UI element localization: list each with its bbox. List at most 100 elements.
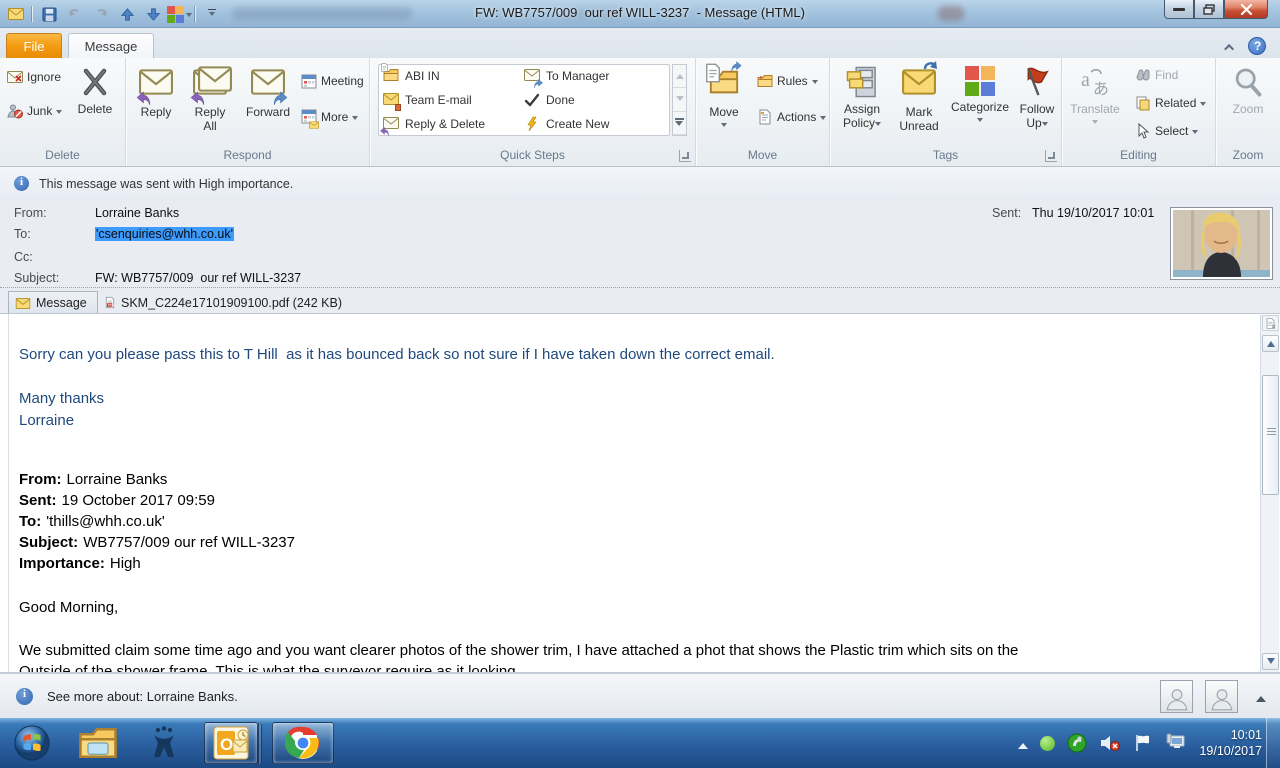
quick-step-create-new[interactable]: Create New	[524, 112, 665, 136]
reply-all-button[interactable]: Reply All	[184, 58, 236, 146]
svg-text:a: a	[1081, 69, 1090, 91]
restore-button[interactable]	[1194, 0, 1224, 19]
to-value-selected[interactable]: 'csenquiries@whh.co.uk'	[95, 227, 234, 241]
quick-step-done[interactable]: Done	[524, 88, 665, 112]
attachment-item[interactable]: PDF SKM_C224e17101909100.pdf (242 KB)	[96, 291, 350, 314]
junk-button[interactable]: Junk	[4, 100, 65, 122]
window-controls	[1164, 0, 1268, 19]
rules-button[interactable]: Rules	[754, 70, 829, 92]
ignore-button[interactable]: Ignore	[4, 66, 65, 88]
move-button[interactable]: Move	[700, 58, 748, 146]
translate-icon: aあ	[1081, 69, 1109, 98]
avatar-placeholder[interactable]	[1205, 680, 1238, 713]
follow-up-button[interactable]: Follow Up	[1014, 58, 1060, 146]
quick-steps-dialog-launcher[interactable]	[679, 150, 691, 162]
zoom-button[interactable]: Zoom	[1220, 58, 1276, 146]
taskbar-chrome-button[interactable]	[272, 722, 334, 764]
message-body[interactable]: Sorry can you please pass this to T Hill…	[0, 313, 1280, 672]
team-email-icon	[383, 91, 401, 111]
gallery-more-button[interactable]	[673, 112, 686, 135]
close-button[interactable]	[1224, 0, 1268, 19]
taskbar-clock[interactable]: 10:01 19/10/2017	[1199, 727, 1262, 759]
ribbon-group-tags: Assign Policy Mark Unread Categorize Fol…	[830, 58, 1062, 166]
lightning-icon	[524, 116, 540, 132]
mark-unread-icon	[902, 61, 937, 105]
taskbar: O 10:01 19/10/2017	[0, 718, 1280, 768]
mark-unread-button[interactable]: Mark Unread	[892, 58, 946, 146]
message-envelope-icon	[15, 298, 31, 309]
meeting-button[interactable]: Meeting	[298, 70, 367, 92]
categorize-button[interactable]: Categorize	[948, 58, 1012, 146]
meeting-icon	[301, 73, 317, 89]
scroll-down-button[interactable]	[1262, 653, 1279, 670]
window-title: FW: WB7757/009 our ref WILL-3237 - Messa…	[475, 5, 805, 20]
more-respond-button[interactable]: More	[298, 106, 367, 128]
quick-step-team-email[interactable]: Team E-mail	[383, 88, 524, 112]
assign-policy-button[interactable]: Assign Policy	[834, 58, 890, 146]
quick-step-reply-delete[interactable]: Reply & Delete	[383, 112, 524, 136]
action-center-flag-icon[interactable]	[1133, 734, 1153, 752]
related-button[interactable]: Related	[1132, 92, 1209, 114]
done-check-icon	[524, 92, 540, 108]
follow-up-flag-icon	[1020, 66, 1054, 98]
start-button[interactable]	[8, 722, 56, 764]
gallery-scroll-up[interactable]	[673, 65, 686, 89]
minimize-button[interactable]	[1164, 0, 1194, 19]
quick-step-abi-in[interactable]: ABI IN	[383, 64, 524, 88]
jira-icon	[154, 726, 174, 757]
tags-dialog-launcher[interactable]	[1045, 150, 1057, 162]
find-button[interactable]: Find	[1132, 64, 1209, 86]
network-icon[interactable]	[1165, 733, 1187, 753]
help-icon[interactable]	[1248, 37, 1266, 55]
minimize-ribbon-icon[interactable]	[1222, 40, 1238, 54]
file-explorer-icon	[78, 726, 118, 760]
delete-button[interactable]: Delete	[68, 58, 122, 146]
select-icon	[1135, 123, 1151, 139]
people-pane-avatars	[1160, 680, 1266, 713]
quick-step-to-manager[interactable]: To Manager	[524, 64, 665, 88]
expand-people-pane-icon[interactable]	[1256, 691, 1266, 702]
gallery-scroll-down[interactable]	[673, 88, 686, 112]
scroll-thumb[interactable]	[1262, 375, 1279, 495]
subject-value: FW: WB7757/009 our ref WILL-3237	[95, 271, 302, 285]
taskbar-explorer-button[interactable]	[74, 722, 122, 764]
tab-message[interactable]: Message	[68, 33, 154, 58]
titlebar: FW: WB7757/009 our ref WILL-3237 - Messa…	[0, 0, 1280, 28]
reply-all-icon	[193, 66, 227, 105]
folder-in-icon	[383, 67, 399, 86]
message-view-tab[interactable]: Message	[8, 291, 98, 314]
from-value[interactable]: Lorraine Banks	[95, 206, 179, 220]
taskbar-outlook-button[interactable]: O	[204, 722, 262, 765]
contact-photo[interactable]	[1170, 207, 1273, 280]
sent-label: Sent:	[992, 206, 1022, 220]
delete-icon	[83, 68, 107, 96]
volume-muted-icon[interactable]	[1099, 733, 1121, 753]
tab-file[interactable]: File	[6, 33, 62, 58]
green-status-icon[interactable]	[1040, 735, 1056, 751]
translate-button[interactable]: aあ Translate	[1064, 58, 1126, 146]
antivirus-tray-icon[interactable]	[1067, 733, 1087, 753]
assign-policy-icon	[845, 66, 879, 98]
taskbar-jira-button[interactable]	[140, 722, 188, 764]
body-signature: Lorraine	[19, 412, 75, 429]
show-hidden-icons-button[interactable]	[1018, 738, 1029, 749]
message-body-text: Sorry can you please pass this to T Hill…	[8, 314, 1240, 672]
show-desktop-button[interactable]	[1266, 718, 1280, 768]
importance-text: This message was sent with High importan…	[39, 176, 294, 191]
avatar-placeholder[interactable]	[1160, 680, 1193, 713]
stacked-windows-indicator	[258, 723, 262, 765]
browse-pages-icon[interactable]	[1262, 315, 1279, 331]
actions-button[interactable]: Actions	[754, 106, 829, 128]
ribbon-group-zoom: Zoom Zoom	[1216, 58, 1280, 166]
windows-start-icon	[14, 725, 50, 761]
info-icon	[14, 176, 29, 191]
forward-button[interactable]: Forward	[240, 58, 296, 146]
body-scrollbar[interactable]	[1260, 315, 1279, 672]
envelope-arrow-icon	[524, 67, 540, 86]
ribbon-tab-row: File Message	[0, 28, 1280, 58]
clock-time: 10:01	[1230, 728, 1262, 742]
scroll-up-button[interactable]	[1262, 335, 1279, 352]
reply-button[interactable]: Reply	[132, 58, 180, 146]
body-greeting: Good Morning,	[19, 599, 119, 616]
select-button[interactable]: Select	[1132, 120, 1209, 142]
